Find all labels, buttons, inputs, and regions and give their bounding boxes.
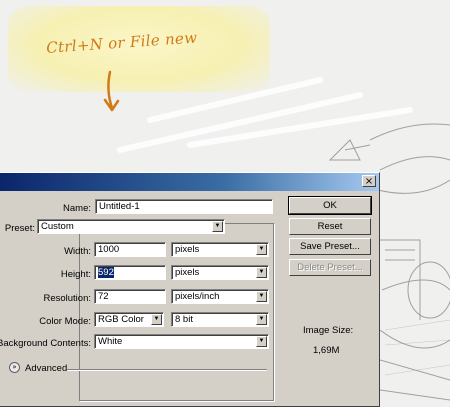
color-mode-label: Color Mode: <box>39 316 91 327</box>
chevron-down-icon[interactable]: ▼ <box>256 291 267 302</box>
preset-label: Preset: <box>4 223 35 234</box>
height-label: Height: <box>60 269 91 280</box>
advanced-toggle-icon[interactable]: » <box>9 362 20 373</box>
background-contents-dropdown[interactable]: White ▼ <box>94 334 269 349</box>
height-value-selected: 592 <box>98 267 114 278</box>
bit-depth-value: 8 bit <box>175 314 193 325</box>
chevron-down-icon[interactable]: ▼ <box>256 336 267 347</box>
preset-dropdown[interactable]: Custom ▼ <box>37 219 225 234</box>
height-unit-dropdown[interactable]: pixels ▼ <box>171 265 269 280</box>
chevron-down-icon[interactable]: ▼ <box>256 314 267 325</box>
dialog-titlebar[interactable]: × <box>0 173 379 191</box>
name-label: Name: <box>63 203 91 214</box>
width-unit-value: pixels <box>175 244 200 255</box>
background-contents-label: Background Contents: <box>0 338 91 349</box>
close-button[interactable]: × <box>362 175 376 187</box>
width-label: Width: <box>64 246 91 257</box>
arrow-down-icon <box>103 70 120 112</box>
save-preset-button[interactable]: Save Preset... <box>289 238 371 255</box>
image-size-value: 1,69M <box>313 345 340 356</box>
height-unit-value: pixels <box>175 267 200 278</box>
reset-button[interactable]: Reset <box>289 218 371 235</box>
resolution-field[interactable]: 72 <box>94 289 166 304</box>
chevron-down-icon[interactable]: ▼ <box>212 221 223 232</box>
resolution-unit-value: pixels/inch <box>175 291 220 302</box>
width-field[interactable]: 1000 <box>94 242 166 257</box>
annotation-text: Ctrl+N or File new <box>45 28 198 57</box>
color-mode-value: RGB Color <box>98 314 144 325</box>
preset-value: Custom <box>41 221 74 232</box>
image-size-label: Image Size: <box>303 325 354 336</box>
name-field[interactable]: Untitled-1 <box>95 199 273 214</box>
advanced-label[interactable]: Advanced <box>25 363 67 374</box>
height-field[interactable]: 592 <box>94 265 166 280</box>
ok-button[interactable]: OK <box>288 196 372 215</box>
resolution-unit-dropdown[interactable]: pixels/inch ▼ <box>171 289 269 304</box>
bit-depth-dropdown[interactable]: 8 bit ▼ <box>171 312 269 327</box>
delete-preset-button: Delete Preset... <box>289 259 371 276</box>
width-unit-dropdown[interactable]: pixels ▼ <box>171 242 269 257</box>
resolution-label: Resolution: <box>43 293 91 304</box>
annotation-note: Ctrl+N or File new <box>8 6 270 92</box>
chevron-down-icon[interactable]: ▼ <box>256 267 267 278</box>
background-contents-value: White <box>98 336 123 347</box>
advanced-divider <box>67 369 267 371</box>
new-document-dialog: × Name: Untitled-1 Preset: Custom ▼ Widt… <box>0 172 380 407</box>
chevron-down-icon[interactable]: ▼ <box>256 244 267 255</box>
chevron-down-icon[interactable]: ▼ <box>151 314 162 325</box>
color-mode-dropdown[interactable]: RGB Color ▼ <box>94 312 164 327</box>
